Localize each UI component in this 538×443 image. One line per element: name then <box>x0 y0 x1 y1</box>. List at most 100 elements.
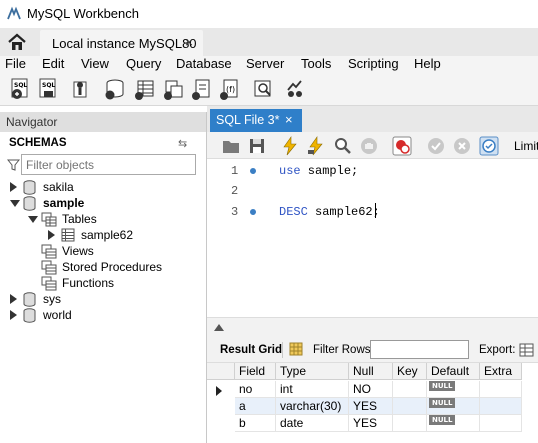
table-cell[interactable]: YES <box>349 415 393 432</box>
table-cell[interactable] <box>393 415 427 432</box>
sql-file-tab[interactable]: SQL File 3* × <box>210 109 302 132</box>
database-icon <box>23 180 36 195</box>
column-header-type[interactable]: Type <box>276 363 349 380</box>
column-header-extra[interactable]: Extra <box>480 363 522 380</box>
limit-rows-label[interactable]: Limit <box>514 139 538 153</box>
statement-marker-icon <box>250 168 256 174</box>
result-grid-tab[interactable]: Result Grid <box>220 344 282 356</box>
collapse-up-icon[interactable] <box>214 324 224 331</box>
sql-editor[interactable]: 1 use sample; 2 3 DESC sample62; <box>207 159 538 317</box>
null-badge: NULL <box>429 381 456 391</box>
expand-arrow-icon[interactable] <box>10 182 17 192</box>
close-icon[interactable]: × <box>185 34 193 50</box>
expand-arrow-icon[interactable] <box>10 294 17 304</box>
execute-icon[interactable] <box>280 136 300 156</box>
tables-folder-icon <box>41 212 57 227</box>
procedures-folder-icon <box>41 260 57 275</box>
table-cell[interactable]: b <box>235 415 276 432</box>
tree-item-sakila[interactable]: sakila <box>10 180 190 196</box>
create-table-icon[interactable] <box>134 78 156 100</box>
table-cell[interactable]: YES <box>349 398 393 415</box>
expand-arrow-icon[interactable] <box>48 230 55 240</box>
table-cell[interactable]: NULL <box>427 398 480 415</box>
tree-item-sample[interactable]: sample <box>10 196 190 212</box>
tree-item-views[interactable]: Views <box>41 244 191 260</box>
table-cell[interactable]: NULL <box>427 415 480 432</box>
table-cell[interactable] <box>480 415 522 432</box>
create-view-icon[interactable] <box>163 78 185 100</box>
sql-keyword: use <box>279 164 301 178</box>
menu-file[interactable]: File <box>5 56 26 71</box>
tree-item-world[interactable]: world <box>10 308 190 324</box>
sql-file-tab-label: SQL File 3* <box>216 113 280 127</box>
menu-scripting[interactable]: Scripting <box>348 56 399 71</box>
inspector-icon[interactable] <box>70 78 92 100</box>
table-cell[interactable]: int <box>276 381 349 398</box>
table-cell[interactable] <box>393 398 427 415</box>
close-icon[interactable]: × <box>285 112 293 127</box>
stop-icon[interactable] <box>359 136 379 156</box>
new-sql-tab-icon[interactable]: SQL <box>10 78 32 100</box>
column-header-null[interactable]: Null <box>349 363 393 380</box>
table-cell[interactable] <box>480 381 522 398</box>
menu-edit[interactable]: Edit <box>42 56 64 71</box>
collapse-arrow-icon[interactable] <box>28 216 38 223</box>
current-row-indicator-icon <box>216 386 222 396</box>
open-sql-script-icon[interactable]: SQL <box>38 78 60 100</box>
filter-rows-input[interactable] <box>370 340 469 359</box>
table-cell[interactable]: no <box>235 381 276 398</box>
functions-folder-icon <box>41 276 57 291</box>
toggle-stop-on-error-icon[interactable] <box>392 136 412 156</box>
autocommit-icon[interactable] <box>479 136 499 156</box>
menu-tools[interactable]: Tools <box>301 56 331 71</box>
export-icon[interactable] <box>519 342 535 358</box>
table-cell[interactable] <box>393 381 427 398</box>
commit-icon[interactable] <box>426 136 446 156</box>
null-badge: NULL <box>429 415 456 425</box>
refresh-schemas-icon[interactable]: ⇆ <box>178 137 187 150</box>
tree-item-stored-procedures[interactable]: Stored Procedures <box>41 260 201 276</box>
table-cell[interactable]: date <box>276 415 349 432</box>
navigator-pane: SCHEMAS ⇆ sakila sample Tables sample62 <box>0 132 207 443</box>
expand-arrow-icon[interactable] <box>10 310 17 320</box>
explain-icon[interactable] <box>333 136 353 156</box>
tree-item-label: Tables <box>62 212 97 226</box>
sql-text: sample62; <box>307 205 380 219</box>
result-grid[interactable]: Field Type Null Key Default Extra no int… <box>207 363 538 443</box>
create-schema-icon[interactable] <box>104 78 126 100</box>
table-cell[interactable] <box>480 398 522 415</box>
table-cell[interactable]: NO <box>349 381 393 398</box>
menu-help[interactable]: Help <box>414 56 441 71</box>
tree-item-tables[interactable]: Tables <box>28 212 188 228</box>
menu-query[interactable]: Query <box>126 56 161 71</box>
table-cell[interactable]: a <box>235 398 276 415</box>
tree-item-sample62[interactable]: sample62 <box>48 228 188 244</box>
create-function-icon[interactable]: (f) <box>219 78 241 100</box>
create-procedure-icon[interactable] <box>191 78 213 100</box>
column-header-key[interactable]: Key <box>393 363 427 380</box>
open-file-icon[interactable] <box>221 136 241 156</box>
reconnect-icon[interactable] <box>284 78 306 100</box>
table-cell[interactable]: varchar(30) <box>276 398 349 415</box>
menu-database[interactable]: Database <box>176 56 232 71</box>
grid-view-icon[interactable] <box>289 342 303 356</box>
save-icon[interactable] <box>247 136 267 156</box>
menu-server[interactable]: Server <box>246 56 284 71</box>
editor-results-splitter[interactable] <box>207 317 538 337</box>
search-table-data-icon[interactable] <box>252 78 274 100</box>
column-header-default[interactable]: Default <box>427 363 480 380</box>
table-cell[interactable]: NULL <box>427 381 480 398</box>
tree-item-functions[interactable]: Functions <box>41 276 191 292</box>
execute-current-icon[interactable] <box>306 136 326 156</box>
connection-tab[interactable]: Local instance MySQL80 × <box>40 30 203 56</box>
filter-objects-input[interactable] <box>21 154 196 175</box>
menu-view[interactable]: View <box>81 56 109 71</box>
code-line-3[interactable]: DESC sample62; <box>279 205 380 219</box>
editor-toolbar: Limit <box>207 132 538 159</box>
column-header-field[interactable]: Field <box>235 363 276 380</box>
collapse-arrow-icon[interactable] <box>10 200 20 207</box>
home-icon[interactable] <box>6 32 28 52</box>
rollback-icon[interactable] <box>452 136 472 156</box>
code-line-1[interactable]: use sample; <box>279 164 358 178</box>
tree-item-sys[interactable]: sys <box>10 292 190 308</box>
